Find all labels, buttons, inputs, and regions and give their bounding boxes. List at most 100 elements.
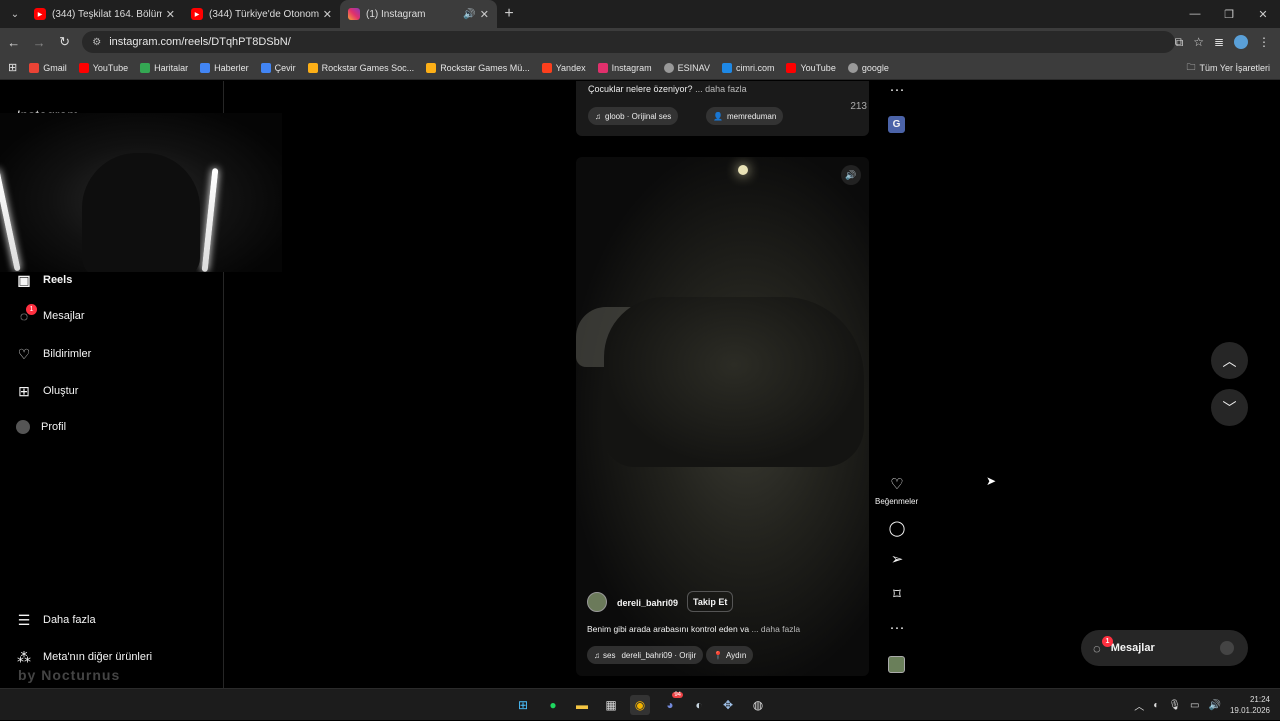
volume-icon[interactable]: 🔊	[1209, 700, 1221, 711]
forward-button[interactable]: →	[27, 30, 50, 54]
more-options-icon[interactable]: ···	[886, 81, 908, 98]
tab-title: (1) Instagram	[366, 8, 426, 20]
bookmark-item[interactable]: Rockstar Games Soc...	[307, 62, 414, 73]
store-icon[interactable]: ▦	[601, 695, 621, 715]
person-icon: 👤	[713, 111, 723, 121]
location-chip[interactable]: 📍 Aydın	[706, 646, 754, 664]
app-icon[interactable]: ◍	[748, 695, 768, 715]
audio-chip[interactable]: ♫ gloob · Orijinal ses	[588, 107, 679, 125]
bookmark-item[interactable]: cimri.com	[721, 62, 774, 73]
bookmark-item[interactable]: Haberler	[200, 62, 249, 73]
likes-label[interactable]: Beğenmeler	[875, 497, 918, 506]
messenger-icon: ◌ 1	[16, 304, 37, 324]
discord-icon[interactable]: ◕ 94	[660, 692, 683, 715]
speaker-icon[interactable]: 🔊	[841, 165, 861, 185]
share-send-icon[interactable]: ➢	[886, 550, 908, 568]
mouse-cursor: ➤	[986, 474, 997, 488]
profile-avatar[interactable]	[1234, 35, 1249, 49]
avatar[interactable]	[587, 592, 607, 612]
bookmark-item[interactable]: Çevir	[260, 62, 296, 73]
speaker-icon[interactable]: 🔊	[463, 9, 475, 20]
sidebar-item-reels[interactable]: ▣ Reels	[16, 272, 72, 288]
bookmark-item[interactable]: YouTube	[786, 62, 836, 73]
address-bar[interactable]: ⚙ instagram.com/reels/DTqhPT8DSbN/	[82, 31, 1175, 53]
username[interactable]: dereli_bahri09	[617, 598, 678, 608]
reel-count: 213	[850, 101, 867, 112]
reel-caption: Çocuklar nelere özeniyor? ... daha fazla	[588, 84, 747, 94]
sidebar-item-notifications[interactable]: ♡ Bildirimler	[16, 346, 92, 362]
next-reel-button[interactable]: ﹀	[1211, 389, 1248, 426]
close-icon[interactable]: ✕	[480, 8, 489, 21]
minimize-button[interactable]: —	[1178, 0, 1212, 28]
music-note-icon: ♫	[594, 650, 600, 660]
bookmark-item[interactable]: google	[847, 62, 889, 73]
bookmark-star-icon[interactable]: ☆	[1193, 35, 1204, 49]
audio-chip[interactable]: ♫ ses dereli_bahri09 · Orijir	[587, 646, 704, 664]
location-pin-icon: 📍	[713, 650, 723, 660]
comment-icon[interactable]: ◯	[886, 519, 908, 537]
previous-reel-button[interactable]: ︿	[1211, 342, 1248, 379]
more-link[interactable]: ... daha fazla	[695, 84, 747, 94]
reel-video[interactable]: 🔊 dereli_bahri09 Takip Et Benim gibi ara…	[576, 157, 869, 676]
like-heart-icon[interactable]: ♡	[886, 475, 908, 493]
sidebar-item-profile[interactable]: Profil	[16, 420, 66, 434]
tagged-user-chip[interactable]: 👤 memreduman	[706, 107, 784, 125]
previous-reel[interactable]: Çocuklar nelere özeniyor? ... daha fazla…	[576, 81, 869, 136]
back-button[interactable]: ←	[2, 30, 25, 54]
app-icon[interactable]: ✥	[718, 695, 738, 715]
bookmark-item[interactable]: ESINAV	[663, 62, 710, 73]
file-explorer-icon[interactable]: ▬	[572, 695, 592, 715]
media-control-icon[interactable]: ≣	[1214, 35, 1224, 49]
bookmark-item[interactable]: YouTube	[78, 62, 128, 73]
apps-grid-icon[interactable]: ⊞	[8, 61, 17, 74]
bookmarks-bar: ⊞ Gmail YouTube Haritalar Haberler Çevir…	[0, 56, 1280, 80]
notification-badge: 1	[1102, 636, 1113, 647]
plus-square-icon: ⊞	[18, 382, 30, 399]
windows-start-icon[interactable]: ⊞	[513, 695, 533, 715]
save-bookmark-icon[interactable]: ⌑	[886, 585, 908, 603]
bookmark-item[interactable]: Instagram	[597, 62, 652, 73]
steam-tray-icon[interactable]: ◐	[1153, 700, 1159, 711]
audio-thumbnail[interactable]	[888, 656, 905, 673]
tab-3[interactable]: (1) Instagram 🔊 ✕	[340, 0, 497, 28]
bookmark-item[interactable]: Haritalar	[140, 62, 188, 73]
new-tab-button[interactable]: +	[497, 5, 521, 23]
microphone-icon[interactable]: 🎙	[1168, 700, 1181, 711]
reel-caption: Benim gibi arada arabasını kontrol eden …	[587, 624, 801, 634]
close-icon[interactable]: ✕	[166, 8, 175, 21]
bookmark-item[interactable]: Yandex	[541, 62, 586, 73]
music-note-icon: ♫	[595, 111, 601, 121]
more-options-icon[interactable]: ···	[886, 619, 908, 636]
led-light	[201, 167, 219, 272]
more-link[interactable]: ... daha fazla	[751, 624, 800, 634]
tab-2[interactable]: ▶ (344) Türkiye'de Otonom Marka ✕	[183, 0, 340, 28]
restore-button[interactable]: ❐	[1212, 0, 1246, 28]
tab-1[interactable]: ▶ (344) Teşkilat 164. Bölüm @trt1 ✕	[26, 0, 183, 28]
messages-pill[interactable]: ◌ 1 Mesajlar	[1081, 630, 1248, 666]
all-bookmarks-button[interactable]: 🗀 Tüm Yer İşaretleri	[1186, 60, 1270, 76]
sidebar-item-create[interactable]: ⊞ Oluştur	[16, 383, 78, 399]
steam-icon[interactable]: ◐	[689, 695, 709, 715]
close-icon[interactable]: ✕	[323, 8, 332, 21]
bookmark-item[interactable]: Gmail	[29, 62, 67, 73]
clock[interactable]: 21:24 19.01.2026	[1230, 694, 1270, 716]
grammarly-icon[interactable]: G	[888, 116, 905, 133]
chrome-icon[interactable]: ◉	[630, 695, 650, 715]
close-window-button[interactable]: ✕	[1246, 0, 1280, 28]
menu-kebab-icon[interactable]: ⋮	[1258, 35, 1270, 49]
follow-button[interactable]: Takip Et	[687, 591, 734, 612]
sidebar-item-messages[interactable]: ◌ 1 Mesajlar	[16, 304, 85, 324]
system-tray: ︿ ◐ 🎙 ▭ 🔊 21:24 19.01.2026	[1134, 689, 1280, 721]
bookmark-item[interactable]: Rockstar Games Mü...	[426, 62, 530, 73]
reload-button[interactable]: ↻	[53, 30, 76, 54]
led-light	[0, 168, 21, 272]
tab-search-button[interactable]: ⌄	[4, 4, 26, 24]
site-info-icon[interactable]: ⚙	[92, 37, 101, 48]
meta-products-button[interactable]: ⁂ Meta'nın diğer ürünleri	[16, 649, 152, 665]
more-button[interactable]: ☰ Daha fazla	[16, 612, 96, 628]
messenger-icon: ◌	[1093, 640, 1101, 656]
network-icon[interactable]: ▭	[1190, 700, 1199, 711]
install-icon[interactable]: ⧉	[1175, 35, 1184, 50]
spotify-icon[interactable]: ●	[543, 695, 563, 715]
chevron-up-icon[interactable]: ︿	[1134, 698, 1144, 713]
